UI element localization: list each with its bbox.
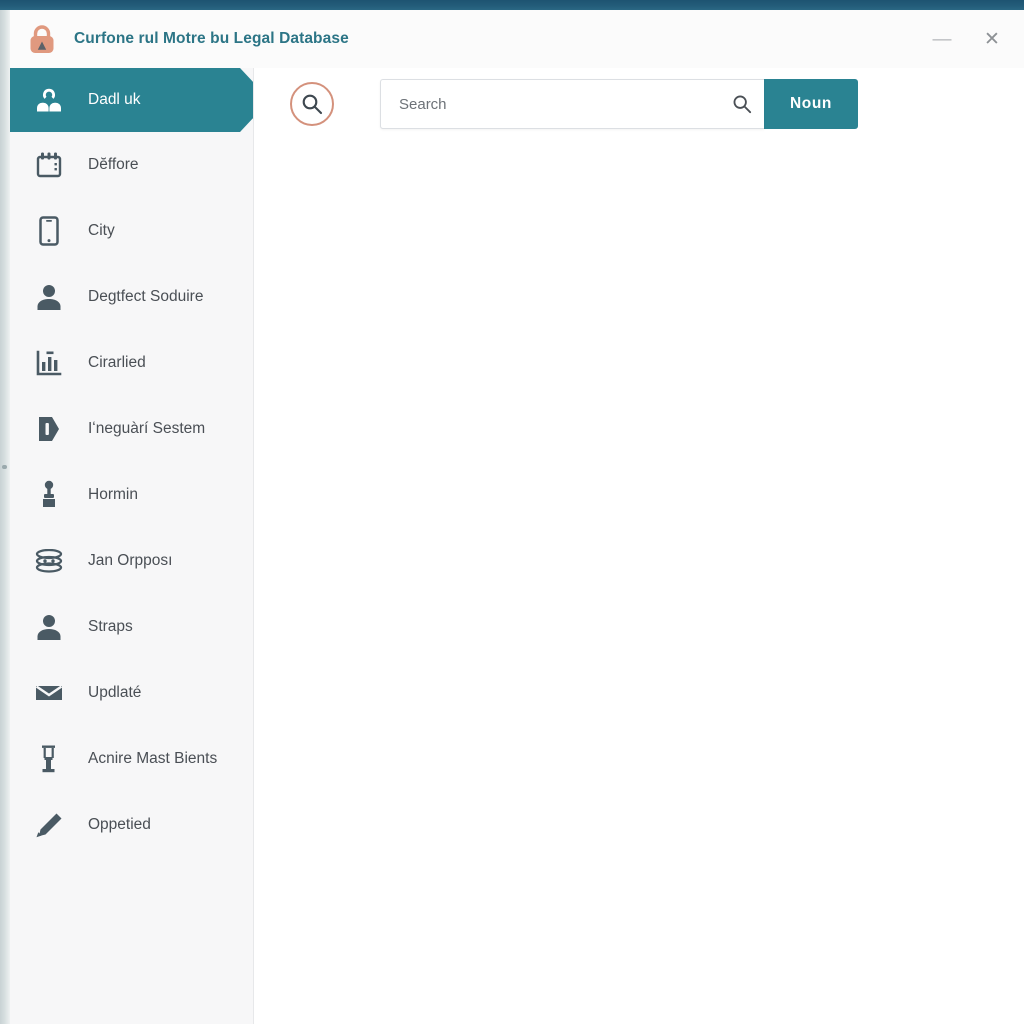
search-submit-button[interactable]: Noun bbox=[764, 79, 858, 129]
person-icon bbox=[32, 280, 66, 314]
window-top-accent-strip bbox=[0, 0, 1024, 10]
sidebar-item-label: Dĕffore bbox=[88, 156, 139, 173]
tag-icon bbox=[32, 412, 66, 446]
window-title: Curfone rul Motre bu Legal Database bbox=[74, 30, 349, 47]
close-icon[interactable]: ✕ bbox=[978, 25, 1006, 53]
sidebar-item-label: Degtfect Soduire bbox=[88, 288, 204, 305]
sidebar-item-cirarlied[interactable]: Cirarlied bbox=[10, 330, 253, 396]
minimize-icon[interactable]: — bbox=[928, 25, 956, 53]
sidebar-item-label: City bbox=[88, 222, 115, 239]
sidebar-item-label: Acnire Mast Bients bbox=[88, 750, 218, 767]
search-toolbar: Noun bbox=[254, 68, 1024, 140]
sidebar-nav-list: Dadl uk Dĕffore City Degtfect Soduire Ci… bbox=[10, 68, 253, 858]
sidebar-item-oppetied[interactable]: Oppetied bbox=[10, 792, 253, 858]
sidebar-item-label: Dadl uk bbox=[88, 91, 141, 108]
content-area bbox=[254, 140, 1024, 1024]
sidebar-item-label: Updlaté bbox=[88, 684, 142, 701]
sidebar: Dadl uk Dĕffore City Degtfect Soduire Ci… bbox=[10, 68, 254, 1024]
sidebar-item-deffore[interactable]: Dĕffore bbox=[10, 132, 253, 198]
sidebar-item-straps[interactable]: Straps bbox=[10, 594, 253, 660]
sidebar-item-dadl-uk[interactable]: Dadl uk bbox=[10, 68, 253, 132]
sidebar-item-acnire-mast-bients[interactable]: Acnire Mast Bients bbox=[10, 726, 253, 792]
trophy-icon bbox=[32, 478, 66, 512]
sidebar-item-label: Jan Orpposı bbox=[88, 552, 173, 569]
sidebar-item-label: Iʻneguàrí Sestem bbox=[88, 420, 206, 437]
sidebar-item-ineguari-sestem[interactable]: Iʻneguàrí Sestem bbox=[10, 396, 253, 462]
mobile-phone-icon bbox=[32, 214, 66, 248]
title-bar: Curfone rul Motre bu Legal Database — ✕ bbox=[10, 10, 1024, 68]
stacked-disc-icon bbox=[32, 544, 66, 578]
search-icon[interactable] bbox=[732, 94, 752, 114]
sidebar-item-label: Straps bbox=[88, 618, 133, 635]
lock-icon bbox=[24, 21, 60, 57]
calendar-icon bbox=[32, 148, 66, 182]
envelope-icon bbox=[32, 676, 66, 710]
bar-chart-icon bbox=[32, 346, 66, 380]
search-circle-icon[interactable] bbox=[290, 82, 334, 126]
sidebar-item-updlate[interactable]: Updlaté bbox=[10, 660, 253, 726]
main-panel: Noun bbox=[254, 68, 1024, 1024]
person-icon bbox=[32, 610, 66, 644]
sidebar-item-label: Cirarlied bbox=[88, 354, 146, 371]
users-group-icon bbox=[32, 83, 66, 117]
search-input[interactable] bbox=[381, 80, 764, 128]
tower-icon bbox=[32, 742, 66, 776]
sidebar-item-jan-orpposl[interactable]: Jan Orpposı bbox=[10, 528, 253, 594]
search-group: Noun bbox=[380, 79, 858, 129]
search-field[interactable] bbox=[380, 79, 764, 129]
app-window: Curfone rul Motre bu Legal Database — ✕ … bbox=[0, 0, 1024, 1024]
sidebar-item-degtfect-soduire[interactable]: Degtfect Soduire bbox=[10, 264, 253, 330]
sidebar-item-hormin[interactable]: Hormin bbox=[10, 462, 253, 528]
sidebar-item-label: Oppetied bbox=[88, 816, 151, 833]
pencil-icon bbox=[32, 808, 66, 842]
sidebar-item-label: Hormin bbox=[88, 486, 138, 503]
sidebar-item-city[interactable]: City bbox=[10, 198, 253, 264]
left-scroll-gutter[interactable] bbox=[0, 10, 10, 1024]
window-controls: — ✕ bbox=[928, 25, 1024, 53]
scroll-thumb[interactable] bbox=[2, 465, 7, 469]
